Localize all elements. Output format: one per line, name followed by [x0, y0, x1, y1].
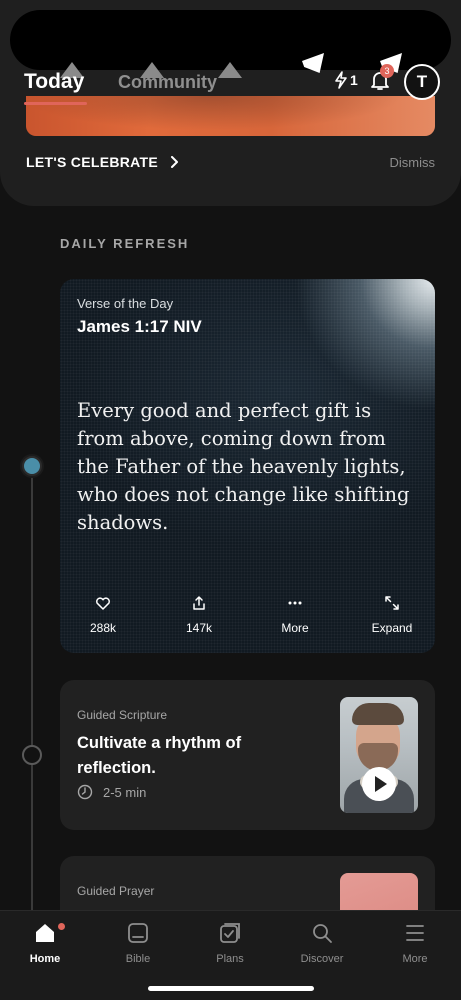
- nav-more[interactable]: More: [377, 921, 453, 965]
- nav-home[interactable]: Home: [7, 921, 83, 965]
- timeline-dot: [22, 745, 42, 765]
- plans-icon: [220, 923, 240, 943]
- clock-icon: [77, 784, 93, 800]
- tab-today[interactable]: Today: [24, 70, 84, 94]
- dismiss-button[interactable]: Dismiss: [390, 155, 436, 170]
- more-button[interactable]: More: [260, 595, 330, 635]
- guided-prayer-kicker: Guided Prayer: [77, 884, 155, 898]
- guided-scripture-card[interactable]: Guided Scripture Cultivate a rhythm of r…: [60, 680, 435, 830]
- home-icon: [36, 924, 54, 942]
- discover-icon: [313, 924, 332, 943]
- avatar[interactable]: T: [404, 64, 440, 100]
- notification-badge: 3: [380, 64, 394, 78]
- guided-scripture-kicker: Guided Scripture: [77, 708, 168, 722]
- section-title: DAILY REFRESH: [60, 236, 190, 251]
- nav-plans[interactable]: Plans: [192, 921, 268, 965]
- verse-of-the-day-card[interactable]: Verse of the Day James 1:17 NIV Every go…: [60, 279, 435, 653]
- heart-icon: [96, 597, 110, 610]
- more-icon: [288, 601, 302, 605]
- verse-reference: James 1:17 NIV: [77, 317, 202, 336]
- nav-more-label: More: [402, 953, 428, 965]
- expand-button[interactable]: Expand: [357, 595, 427, 635]
- timeline-dot-active: [22, 456, 42, 476]
- menu-icon: [406, 925, 424, 941]
- nav-bible-label: Bible: [125, 953, 151, 965]
- chevron-right-icon: [171, 156, 179, 168]
- streak-count: 1: [350, 72, 358, 88]
- nav-discover[interactable]: Discover: [284, 921, 360, 965]
- play-icon[interactable]: [362, 767, 396, 801]
- thumbnail-figure: [352, 703, 404, 725]
- expand-label: Expand: [371, 621, 413, 635]
- app-header: Today Community 1 3 T: [0, 62, 461, 105]
- nav-bible[interactable]: Bible: [100, 921, 176, 965]
- home-notification-dot: [58, 923, 65, 930]
- share-icon: [193, 596, 205, 610]
- lightning-icon: [335, 71, 347, 89]
- more-label: More: [281, 621, 309, 635]
- duration-label: 2-5 min: [103, 784, 147, 800]
- verse-kicker: Verse of the Day: [77, 296, 174, 311]
- home-indicator: [148, 986, 314, 991]
- like-count: 288k: [89, 621, 117, 635]
- like-button[interactable]: 288k: [68, 595, 138, 635]
- guided-scripture-title: Cultivate a rhythm of reflection.: [77, 734, 242, 777]
- bible-icon: [128, 923, 148, 943]
- timeline-line: [31, 466, 33, 916]
- video-thumbnail[interactable]: [340, 697, 418, 813]
- nav-plans-label: Plans: [216, 953, 244, 965]
- nav-home-label: Home: [29, 953, 61, 965]
- duration: 2-5 min: [77, 784, 146, 800]
- lets-celebrate-label: LET'S CELEBRATE: [26, 154, 159, 170]
- tab-community[interactable]: Community: [118, 72, 217, 93]
- expand-icon: [385, 596, 399, 610]
- share-button[interactable]: 147k: [164, 595, 234, 635]
- share-count: 147k: [185, 621, 213, 635]
- nav-discover-label: Discover: [300, 953, 344, 965]
- verse-text: Every good and perfect gift is from abov…: [77, 399, 410, 534]
- status-bar-overlay: [10, 10, 451, 78]
- lets-celebrate-button[interactable]: LET'S CELEBRATE: [26, 154, 180, 170]
- streak-button[interactable]: 1: [334, 71, 358, 89]
- verse-actions: 288k 147k More Expand: [60, 595, 435, 645]
- active-tab-indicator: [24, 102, 87, 105]
